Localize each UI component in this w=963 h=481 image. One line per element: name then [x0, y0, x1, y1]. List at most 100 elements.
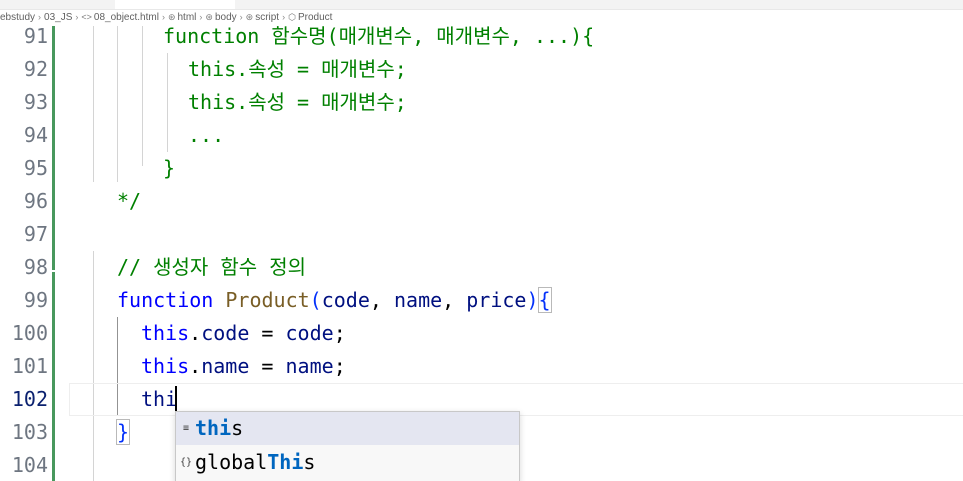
code-editor[interactable]: 91 92 93 94 95 96 97 98 99 100 101 102 1… — [0, 26, 963, 481]
line-number: 100 — [11, 321, 48, 345]
line-number: 93 — [23, 90, 48, 114]
suggest-item-this[interactable]: ≡ this — [176, 412, 519, 445]
punct-token: ; — [333, 321, 346, 345]
code-line-93[interactable]: this.속성 = 매개변수; — [188, 86, 407, 119]
chevron-right-icon: › — [199, 12, 203, 22]
param-token: name — [393, 288, 443, 312]
brace-match-token: } — [115, 419, 131, 445]
code-line-91[interactable]: function 함수명(매개변수, 매개변수, ...){ — [163, 26, 594, 53]
code-line-98[interactable]: // 생성자 함수 정의 — [117, 251, 306, 284]
identifier-token: name — [285, 354, 334, 378]
suggest-rest-text: s — [303, 450, 316, 474]
comment-token: function — [163, 26, 260, 48]
punct-token: . — [189, 354, 202, 378]
chevron-right-icon: › — [239, 12, 243, 22]
suggest-match-text: Thi — [267, 450, 304, 474]
autocomplete-suggest-widget[interactable]: ≡ this {} globalThis — [175, 411, 520, 481]
element-icon: ⊛ — [205, 12, 213, 22]
breadcrumb: ebstudy › 03_JS › <> 08_object.html › ⊛ html › ⊛ bo… — [0, 10, 963, 25]
indent-guide — [142, 26, 143, 166]
code-line-92[interactable]: this.속성 = 매개변수; — [188, 53, 407, 86]
param-token: code — [321, 288, 370, 312]
code-line-94[interactable]: ... — [188, 119, 224, 152]
operator-token: = — [249, 321, 286, 345]
suggest-item-label: this — [195, 412, 243, 445]
line-number: 98 — [23, 255, 48, 279]
chevron-right-icon: › — [38, 12, 42, 22]
line-number: 95 — [23, 156, 48, 180]
code-line-96[interactable]: */ — [117, 185, 141, 218]
comment-token: 함수명(매개변수, 매개변수, ...){ — [259, 26, 595, 48]
element-icon: ⊛ — [245, 12, 254, 22]
suggest-item-label: globalThis — [195, 446, 315, 479]
typed-identifier-token: thi — [141, 387, 178, 411]
breadcrumb-item-html[interactable]: ⊛ html — [168, 10, 196, 25]
paren-token: ) — [526, 288, 539, 312]
breadcrumb-file-label: 08_object.html — [93, 12, 159, 23]
operator-token: = — [249, 354, 286, 378]
comment-token: this.속성 = 매개변수; — [188, 57, 407, 81]
indent-guide — [93, 26, 94, 182]
comment-token: } — [163, 156, 176, 180]
property-token: code — [201, 321, 250, 345]
keyword-icon: ≡ — [182, 423, 190, 434]
chevron-right-icon: › — [75, 12, 79, 22]
code-line-95[interactable]: } — [163, 152, 175, 185]
code-line-102[interactable]: thi — [141, 383, 177, 416]
function-name-token: Product — [225, 288, 310, 312]
suggest-match-text: thi — [195, 416, 232, 440]
punct-token: ; — [333, 354, 346, 378]
code-line-99[interactable]: function Product(code, name, price){ — [117, 284, 552, 317]
keyword-token: this — [141, 321, 190, 345]
line-number: 96 — [23, 189, 48, 213]
breadcrumb-product-label: Product — [297, 12, 333, 23]
identifier-token: code — [285, 321, 334, 345]
paren-token: ( — [309, 288, 322, 312]
chevron-right-icon: › — [161, 12, 165, 22]
keyword-token: this — [141, 354, 190, 378]
indent-guide — [167, 53, 168, 152]
line-number-active: 102 — [11, 387, 48, 411]
line-number: 99 — [23, 288, 48, 312]
comment-token: this.속성 = 매개변수; — [188, 90, 407, 114]
keyword-token: function — [117, 288, 214, 312]
punct-token: . — [189, 321, 202, 345]
param-token: price — [466, 288, 527, 312]
line-number: 101 — [11, 354, 48, 378]
breadcrumb-body-label: body — [214, 12, 237, 23]
line-number: 92 — [23, 57, 48, 81]
variable-icon: {} — [179, 457, 193, 468]
line-number: 103 — [11, 420, 48, 444]
code-line-100[interactable]: this.code = code; — [141, 317, 346, 350]
breadcrumb-item-ebstudy[interactable]: ebstudy — [0, 10, 35, 25]
editor-tab-strip — [0, 0, 963, 10]
comment-token: */ — [117, 189, 142, 213]
indent-guide — [93, 251, 94, 481]
breadcrumb-item-body[interactable]: ⊛ body — [205, 10, 236, 25]
indent-guide — [117, 26, 118, 182]
property-token: name — [201, 354, 250, 378]
function-symbol-icon: ⬡ — [288, 12, 296, 22]
active-editor-tab[interactable] — [115, 0, 235, 9]
line-number: 94 — [23, 123, 48, 147]
line-number: 91 — [23, 26, 48, 48]
comment-token: // 생성자 함수 정의 — [117, 255, 307, 279]
line-number: 104 — [11, 453, 48, 477]
breadcrumb-html-label: html — [177, 12, 197, 23]
html-file-icon: <> — [81, 12, 92, 22]
suggest-item-globalthis[interactable]: {} globalThis — [176, 446, 519, 479]
punct-token: , — [442, 288, 467, 312]
code-line-103[interactable]: } — [115, 416, 131, 449]
suggest-rest-text: s — [231, 416, 244, 440]
punct-token: , — [369, 288, 394, 312]
git-added-indicator[interactable] — [52, 272, 55, 481]
breadcrumb-item-script[interactable]: ⊛ script — [246, 10, 279, 25]
breadcrumb-script-label: script — [255, 12, 280, 23]
git-added-indicator[interactable] — [52, 26, 55, 270]
breadcrumb-item-file[interactable]: <> 08_object.html — [81, 10, 159, 25]
code-line-101[interactable]: this.name = name; — [141, 350, 346, 383]
text-cursor — [175, 386, 177, 412]
line-number: 97 — [23, 222, 48, 246]
breadcrumb-item-product[interactable]: ⬡ Product — [288, 10, 332, 25]
breadcrumb-item-03-js[interactable]: 03_JS — [44, 10, 72, 25]
